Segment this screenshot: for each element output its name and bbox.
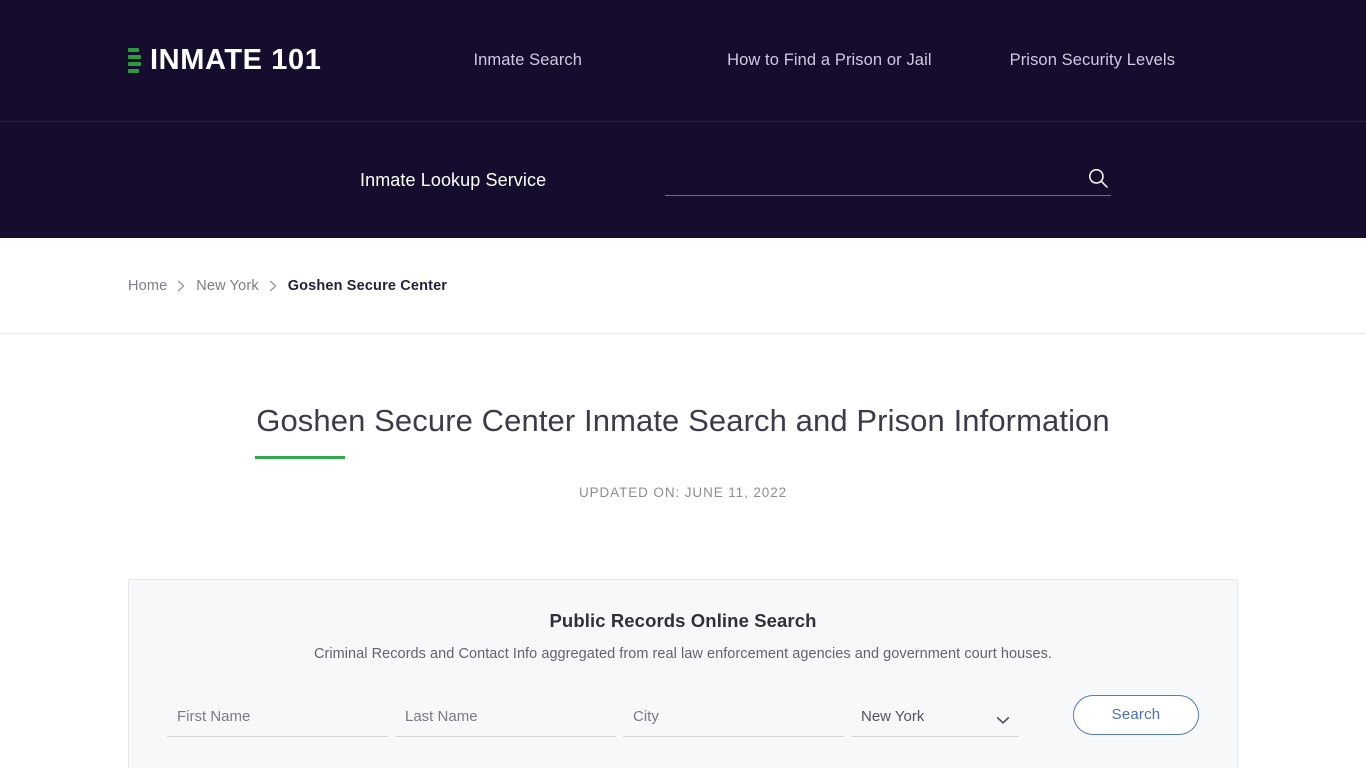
nav-link-prison-security-levels[interactable]: Prison Security Levels <box>1010 51 1175 70</box>
chevron-right-icon <box>268 279 279 293</box>
last-name-input[interactable] <box>395 701 616 737</box>
header-search-form <box>665 164 1112 196</box>
state-select[interactable]: New York <box>851 701 1019 737</box>
chevron-right-icon <box>176 279 187 293</box>
brand-name: INMATE 101 <box>150 44 322 76</box>
nav-link-how-to-find-a-prison-or-jail[interactable]: How to Find a Prison or Jail <box>727 51 932 70</box>
nav-link-inmate-search[interactable]: Inmate Search <box>473 51 582 70</box>
breadcrumb-item-current: Goshen Secure Center <box>287 277 448 294</box>
public-records-search-form: New York Search <box>167 694 1199 737</box>
breadcrumb: Home New York Goshen Secure Center <box>128 278 447 294</box>
search-button[interactable]: Search <box>1073 694 1199 735</box>
main-navigation: Inmate Search How to Find a Prison or Ja… <box>473 51 1175 70</box>
header-search-input[interactable] <box>665 164 1112 196</box>
state-field-wrapper: New York <box>851 701 1019 737</box>
records-card-title: Public Records Online Search <box>549 609 817 631</box>
last-name-field-wrapper <box>395 701 616 737</box>
bars-logo-icon <box>128 48 141 73</box>
breadcrumb-item-new-york[interactable]: New York <box>196 278 258 294</box>
records-card-subtitle: Criminal Records and Contact Info aggreg… <box>313 645 1053 662</box>
header-search-bar: Inmate Lookup Service <box>0 122 1366 238</box>
breadcrumb-band: Home New York Goshen Secure Center <box>0 238 1366 334</box>
first-name-input[interactable] <box>167 701 388 737</box>
inmate-lookup-service-label: Inmate Lookup Service <box>360 169 547 190</box>
page-main: Goshen Secure Center Inmate Search and P… <box>0 334 1366 768</box>
title-block: Goshen Secure Center Inmate Search and P… <box>128 334 1238 459</box>
search-icon[interactable] <box>1087 167 1109 189</box>
primary-nav-bar: INMATE 101 Inmate Search How to Find a P… <box>0 0 1366 122</box>
first-name-field-wrapper <box>167 701 388 737</box>
brand-logo[interactable]: INMATE 101 <box>128 46 321 75</box>
city-input[interactable] <box>623 701 844 737</box>
public-records-search-card: Public Records Online Search Criminal Re… <box>128 578 1238 768</box>
breadcrumb-item-home[interactable]: Home <box>128 278 167 294</box>
site-header: INMATE 101 Inmate Search How to Find a P… <box>0 0 1366 238</box>
page-title: Goshen Secure Center Inmate Search and P… <box>256 403 1110 438</box>
city-field-wrapper <box>623 701 844 737</box>
title-accent-rule <box>255 455 345 459</box>
updated-on-text: UPDATED ON: JUNE 11, 2022 <box>578 484 788 500</box>
